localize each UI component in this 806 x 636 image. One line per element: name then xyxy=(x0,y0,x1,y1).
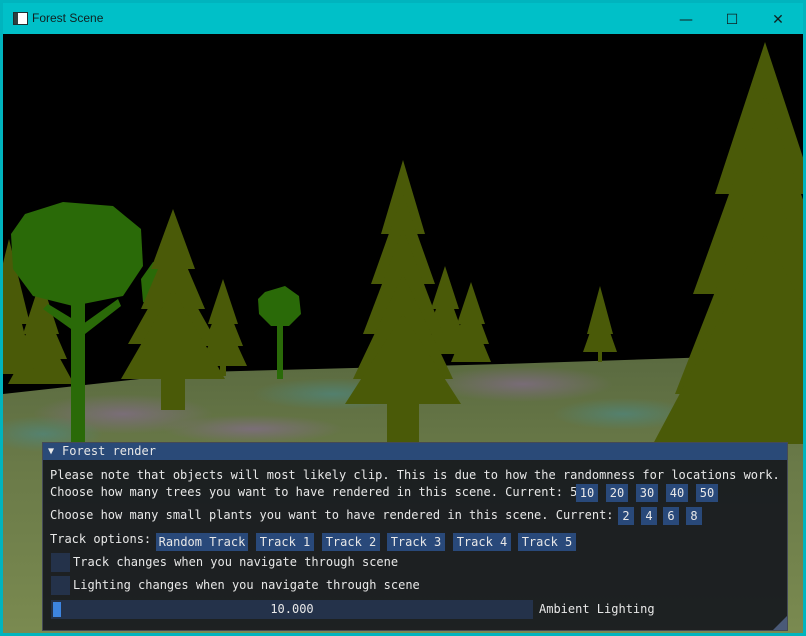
ambient-lighting-label: Ambient Lighting xyxy=(539,602,655,616)
maximize-button[interactable]: ☐ xyxy=(709,6,755,34)
leaf-tree xyxy=(258,286,301,379)
app-icon xyxy=(13,12,28,25)
plants-8-button[interactable]: 8 xyxy=(686,507,702,525)
plants-label: Choose how many small plants you want to… xyxy=(50,508,628,522)
plants-6-button[interactable]: 6 xyxy=(663,507,679,525)
resize-grip[interactable] xyxy=(773,616,787,630)
lighting-changes-label: Lighting changes when you navigate throu… xyxy=(73,578,420,592)
trees-50-button[interactable]: 50 xyxy=(696,484,718,502)
random-track-button[interactable]: Random Track xyxy=(156,533,248,551)
ambient-lighting-slider[interactable]: 10.000 xyxy=(51,600,533,619)
pine-tree xyxy=(583,286,617,362)
track-3-button[interactable]: Track 3 xyxy=(387,533,445,551)
trees-40-button[interactable]: 40 xyxy=(666,484,688,502)
window-title: Forest Scene xyxy=(32,11,104,25)
panel-title: Forest render xyxy=(62,444,156,458)
track-4-button[interactable]: Track 4 xyxy=(453,533,511,551)
forest-render-panel: ▼ Forest render Please note that objects… xyxy=(42,442,788,631)
track-1-button[interactable]: Track 1 xyxy=(256,533,314,551)
lighting-changes-checkbox[interactable] xyxy=(51,576,70,595)
plants-4-button[interactable]: 4 xyxy=(641,507,657,525)
plants-2-button[interactable]: 2 xyxy=(618,507,634,525)
panel-header[interactable]: ▼ Forest render xyxy=(43,443,787,460)
trees-label: Choose how many trees you want to have r… xyxy=(50,485,585,499)
app-window: Forest Scene — ☐ ✕ ▼ Forest render Pleas… xyxy=(0,0,806,636)
close-button[interactable]: ✕ xyxy=(755,6,801,34)
track-changes-label: Track changes when you navigate through … xyxy=(73,555,399,569)
track-5-button[interactable]: Track 5 xyxy=(518,533,576,551)
title-bar[interactable]: Forest Scene — ☐ ✕ xyxy=(3,3,803,34)
trees-20-button[interactable]: 20 xyxy=(606,484,628,502)
ambient-value: 10.000 xyxy=(270,602,314,616)
trees-30-button[interactable]: 30 xyxy=(636,484,658,502)
clip-note: Please note that objects will most likel… xyxy=(50,468,780,482)
trees-10-button[interactable]: 10 xyxy=(576,484,598,502)
track-changes-checkbox[interactable] xyxy=(51,553,70,572)
collapse-arrow-icon[interactable]: ▼ xyxy=(48,443,54,460)
minimize-button[interactable]: — xyxy=(663,6,709,34)
track-2-button[interactable]: Track 2 xyxy=(322,533,380,551)
render-viewport[interactable]: ▼ Forest render Please note that objects… xyxy=(3,34,803,633)
track-options-label: Track options: xyxy=(50,532,152,546)
